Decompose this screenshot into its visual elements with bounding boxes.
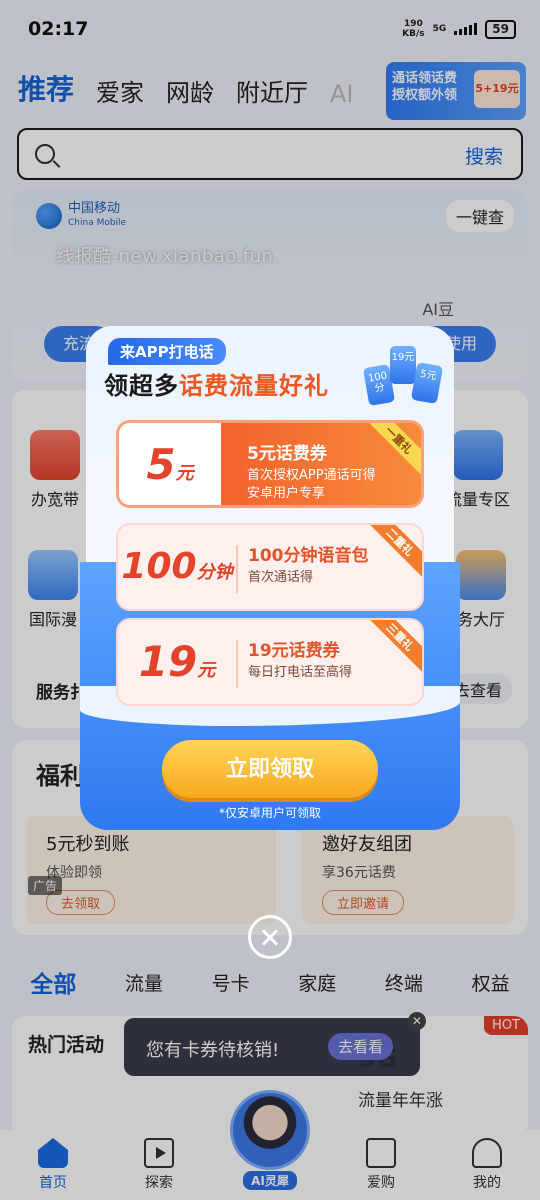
popup-heading-highlight: 话费流量好礼 — [179, 372, 329, 400]
ticket-corner-badge: 二重礼 — [362, 525, 422, 580]
ticket-title: 19元话费券 — [248, 641, 340, 661]
ticket-19yuan: 19元 19元话费券 每日打电话至高得 三重礼 — [116, 618, 424, 706]
popup-pill: 来APP打电话 — [108, 338, 226, 365]
claim-note: *仅安卓用户可领取 — [218, 806, 321, 820]
coupon-stack-icon: 100分 19元 5元 — [362, 342, 446, 412]
ticket-title: 5元话费券 — [247, 444, 327, 464]
popup-close-icon[interactable] — [248, 915, 292, 959]
ticket-desc: 首次通话得 — [248, 570, 314, 585]
ticket-amount: 100分钟 — [121, 546, 233, 587]
claim-now-button[interactable]: 立即领取 — [162, 740, 378, 798]
ticket-divider — [236, 545, 238, 593]
ticket-desc: 每日打电话至高得 — [248, 665, 353, 680]
ticket-desc: 首次授权APP通话可得 安卓用户专享 — [247, 468, 376, 501]
popup-heading: 领超多话费流量好礼 — [104, 366, 329, 401]
gift-popup: 来APP打电话 领超多话费流量好礼 100分 19元 5元 5元 5元话费券 首… — [80, 326, 460, 830]
ticket-amount: 5元 — [119, 423, 221, 505]
mini-ticket: 19元 — [390, 346, 416, 384]
ticket-title: 100分钟语音包 — [248, 546, 369, 566]
mini-ticket: 5元 — [410, 362, 444, 404]
popup-heading-prefix: 领超多 — [104, 372, 179, 400]
ticket-amount: 19元 — [138, 637, 216, 686]
ticket-corner-badge: 三重礼 — [362, 620, 422, 675]
ticket-100min: 100分钟 100分钟语音包 首次通话得 二重礼 — [116, 523, 424, 611]
ticket-5yuan: 5元 5元话费券 首次授权APP通话可得 安卓用户专享 一重礼 — [116, 420, 424, 508]
ticket-divider — [236, 640, 238, 688]
